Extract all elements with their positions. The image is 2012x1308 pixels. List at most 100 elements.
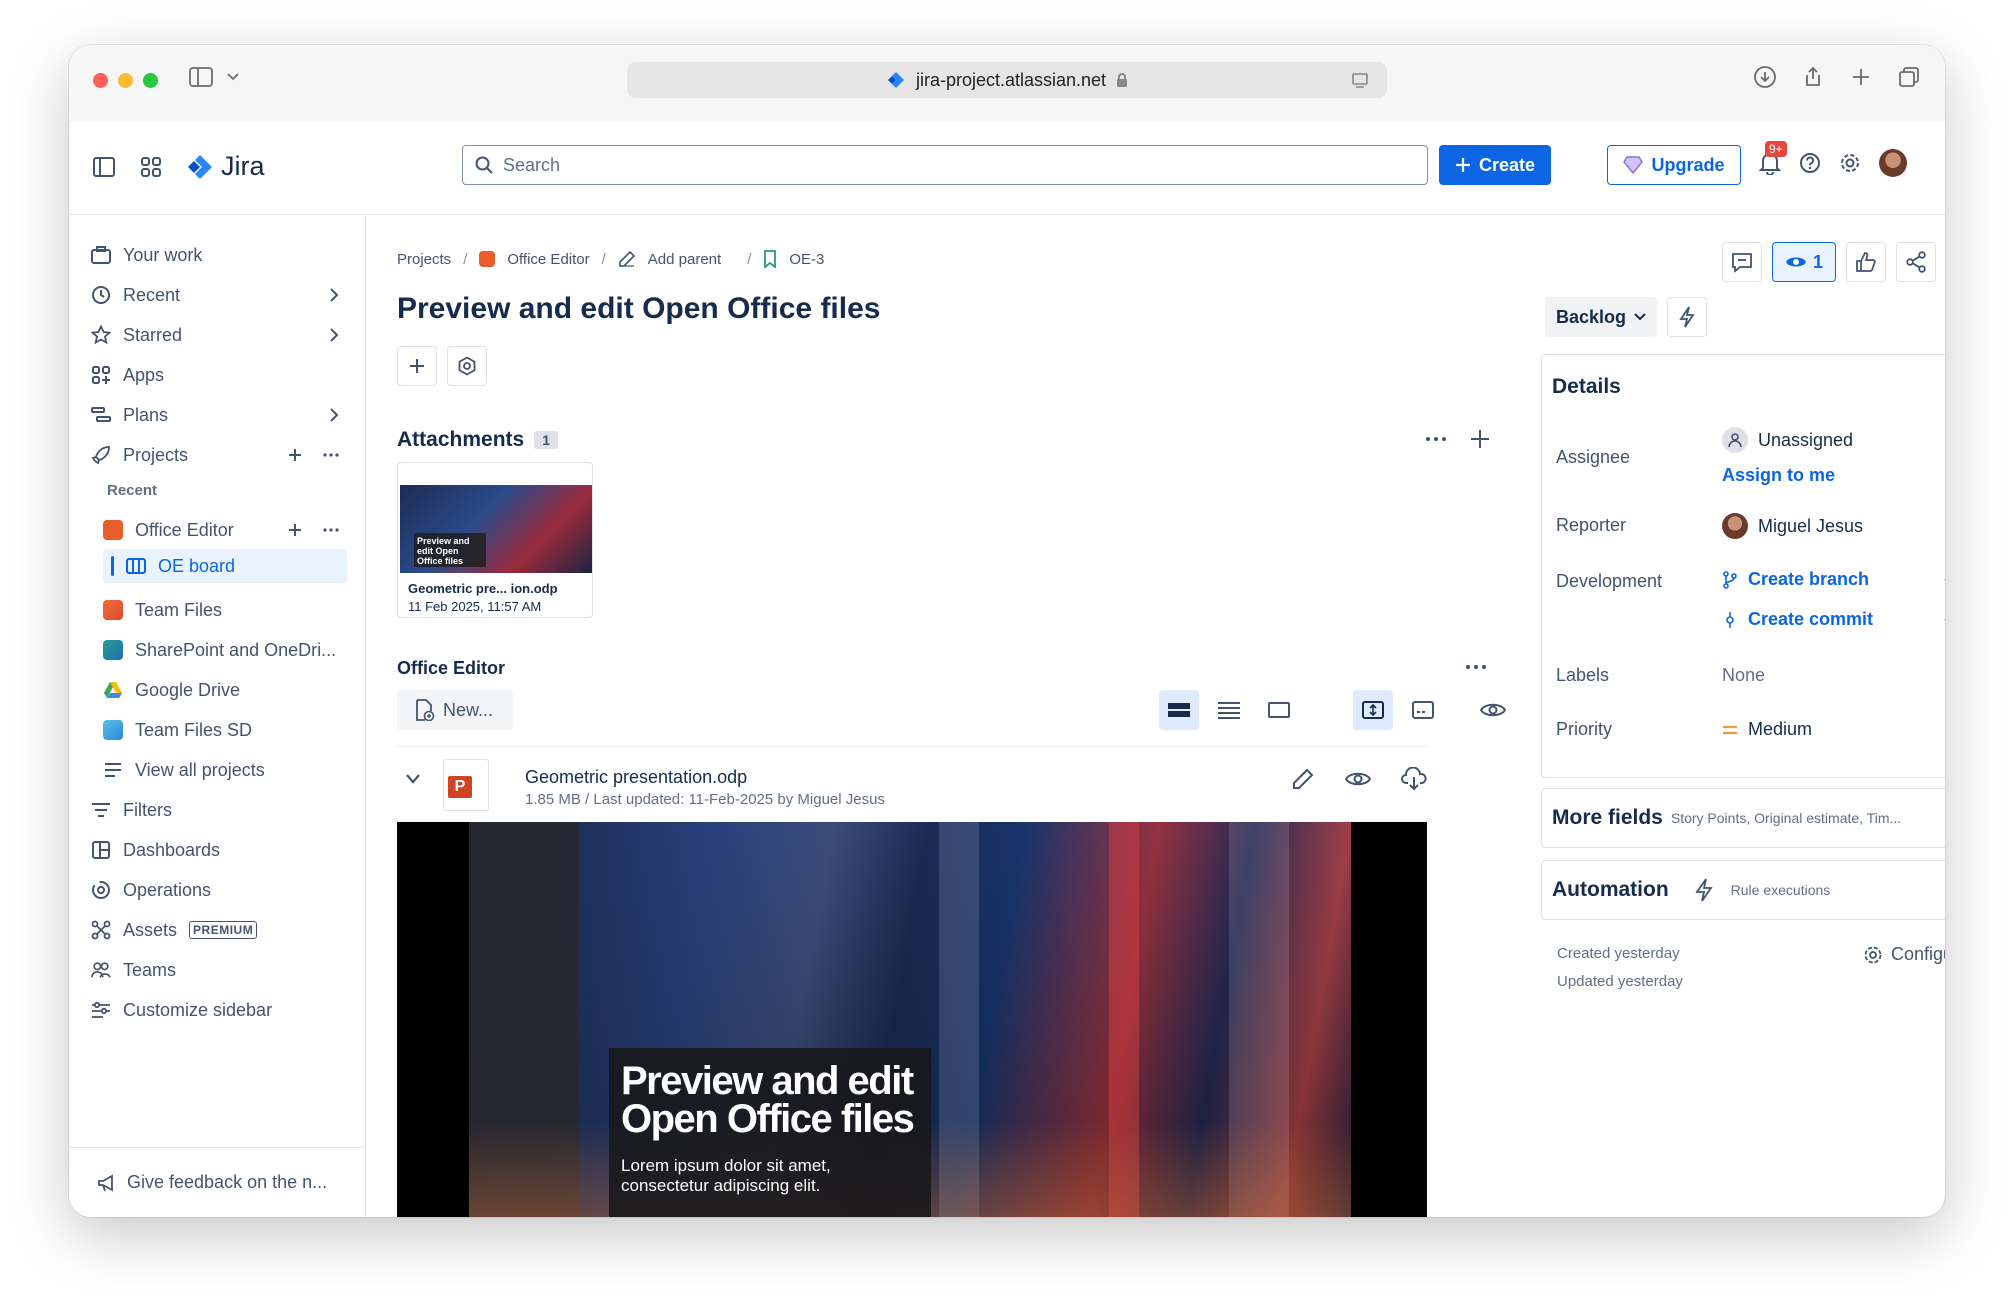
share-button[interactable]	[1896, 242, 1936, 282]
more-icon[interactable]	[323, 447, 339, 463]
labels-value[interactable]: None	[1722, 665, 1765, 686]
sidebar-project-team-files[interactable]: Team Files	[103, 593, 347, 627]
view-card-button[interactable]	[1259, 690, 1299, 730]
new-tab-icon[interactable]	[1849, 65, 1873, 89]
create-button[interactable]: Create	[1439, 145, 1551, 185]
issue-title[interactable]: Preview and edit Open Office files	[397, 292, 880, 326]
sidebar-item-your-work[interactable]: Your work	[91, 238, 347, 272]
view-list-button[interactable]	[1209, 690, 1249, 730]
view-toolbar	[1159, 690, 1513, 730]
plus-icon[interactable]	[287, 522, 303, 538]
user-avatar[interactable]	[1879, 149, 1907, 177]
help-icon[interactable]	[1799, 152, 1821, 174]
download-icon[interactable]	[1753, 65, 1777, 89]
eye-icon	[1480, 703, 1506, 717]
view-strip-button[interactable]	[1159, 690, 1199, 730]
jira-logo[interactable]: Jira	[187, 151, 265, 182]
upgrade-button[interactable]: Upgrade	[1607, 145, 1741, 185]
sidebar-item-filters[interactable]: Filters	[91, 793, 347, 827]
sidebar-item-label: Recent	[123, 284, 181, 305]
notifications-button[interactable]: 9+	[1759, 141, 1787, 175]
eye-icon[interactable]	[1345, 767, 1371, 791]
attachment-card[interactable]: Preview and edit Open Office files Geome…	[397, 462, 593, 618]
sidebar-item-label: Office Editor	[135, 519, 234, 540]
more-icon[interactable]	[323, 522, 339, 538]
search-input[interactable]: Search	[462, 145, 1428, 185]
configure-button[interactable]: Configure	[1863, 944, 1945, 965]
sidebar-item-label: Projects	[123, 444, 189, 465]
sidebar-project-google-drive[interactable]: Google Drive	[103, 673, 347, 707]
tabs-overview-icon[interactable]	[1897, 65, 1921, 89]
app-switcher-icon[interactable]	[141, 156, 161, 177]
sidebar-item-plans[interactable]: Plans	[91, 398, 347, 432]
sidebar-item-dashboards[interactable]: Dashboards	[91, 833, 347, 867]
sidebar-project-office-editor[interactable]: Office Editor	[103, 513, 347, 547]
issue-key[interactable]: OE-3	[789, 251, 824, 268]
like-button[interactable]	[1846, 242, 1886, 282]
assignee-field[interactable]: Unassigned	[1722, 427, 1853, 453]
chevron-down-icon[interactable]	[405, 773, 421, 785]
automation-section[interactable]: Automation Rule executions	[1541, 860, 1945, 920]
sidebar-item-customize[interactable]: Customize sidebar	[91, 993, 347, 1027]
priority-field[interactable]: Medium	[1722, 719, 1812, 740]
chevron-down-icon[interactable]	[1944, 617, 1945, 627]
rocket-icon	[91, 445, 111, 465]
watch-button[interactable]: 1	[1772, 242, 1836, 282]
pencil-icon[interactable]	[1291, 767, 1315, 791]
reader-mode-icon[interactable]	[1351, 71, 1369, 89]
details-heading[interactable]: Details	[1552, 375, 1621, 399]
share-icon[interactable]	[1801, 65, 1825, 89]
close-window-button[interactable]	[93, 73, 108, 88]
plus-icon[interactable]	[287, 447, 303, 463]
document-preview[interactable]: Preview and edit Open Office files Lorem…	[397, 822, 1427, 1217]
embed-button[interactable]	[1403, 690, 1443, 730]
sidebar-item-starred[interactable]: Starred	[91, 318, 347, 352]
sidebar-item-oe-board[interactable]: OE board	[103, 549, 347, 583]
assign-to-me-link[interactable]: Assign to me	[1722, 465, 1835, 486]
office-file-row[interactable]: P Geometric presentation.odp 1.85 MB / L…	[397, 746, 1427, 820]
apps-button[interactable]	[447, 346, 487, 386]
more-fields-section[interactable]: More fields Story Points, Original estim…	[1541, 788, 1945, 848]
more-icon[interactable]	[1425, 428, 1447, 450]
fit-width-button[interactable]	[1353, 690, 1393, 730]
strip-view-icon	[1168, 703, 1190, 717]
sidebar-item-operations[interactable]: Operations	[91, 873, 347, 907]
sidebar-item-projects[interactable]: Projects	[91, 438, 347, 472]
chevron-down-icon[interactable]	[1944, 577, 1945, 587]
browser-sidebar-toggle[interactable]	[189, 67, 239, 87]
preview-toggle-button[interactable]	[1473, 690, 1513, 730]
sidebar-project-sharepoint[interactable]: SharePoint and OneDri...	[103, 633, 347, 667]
traffic-lights	[93, 73, 158, 88]
office-editor-more[interactable]	[1465, 656, 1487, 678]
add-button[interactable]	[397, 346, 437, 386]
automation-button[interactable]	[1667, 297, 1707, 337]
maximize-window-button[interactable]	[143, 73, 158, 88]
details-panel: Details Assignee Unassigned Assign to me…	[1541, 354, 1945, 778]
sidebar-item-apps[interactable]: Apps	[91, 358, 347, 392]
reporter-field[interactable]: Miguel Jesus	[1722, 513, 1863, 539]
gear-icon[interactable]	[1839, 152, 1861, 174]
give-feedback-button[interactable]: Give feedback on the n...	[69, 1147, 365, 1217]
sidebar-view-all-projects[interactable]: View all projects	[103, 753, 347, 787]
create-branch-link[interactable]: Create branch	[1722, 569, 1869, 590]
collapse-sidebar-icon[interactable]	[93, 156, 115, 177]
plus-icon[interactable]	[1469, 428, 1491, 450]
sidebar-item-teams[interactable]: Teams	[91, 953, 347, 987]
new-document-button[interactable]: New...	[397, 690, 513, 730]
sidebar-project-team-files-sd[interactable]: Team Files SD	[103, 713, 347, 747]
cloud-download-icon[interactable]	[1401, 767, 1427, 791]
add-parent-link[interactable]: Add parent	[648, 251, 721, 268]
status-dropdown[interactable]: Backlog	[1545, 297, 1657, 337]
sidebar-item-label: OE board	[158, 555, 236, 576]
feedback-button[interactable]	[1722, 242, 1762, 282]
breadcrumb-projects[interactable]: Projects	[397, 251, 451, 268]
breadcrumb-project[interactable]: Office Editor	[507, 251, 589, 268]
create-commit-label: Create commit	[1748, 609, 1874, 629]
sidebar-item-assets[interactable]: Assets PREMIUM	[91, 913, 347, 947]
minimize-window-button[interactable]	[118, 73, 133, 88]
chevron-down-icon	[227, 73, 239, 81]
url-bar[interactable]: jira-project.atlassian.net	[627, 62, 1387, 98]
sidebar-item-recent[interactable]: Recent	[91, 278, 347, 312]
topbar-left: Jira	[93, 151, 265, 182]
create-commit-link[interactable]: Create commit	[1722, 609, 1873, 630]
